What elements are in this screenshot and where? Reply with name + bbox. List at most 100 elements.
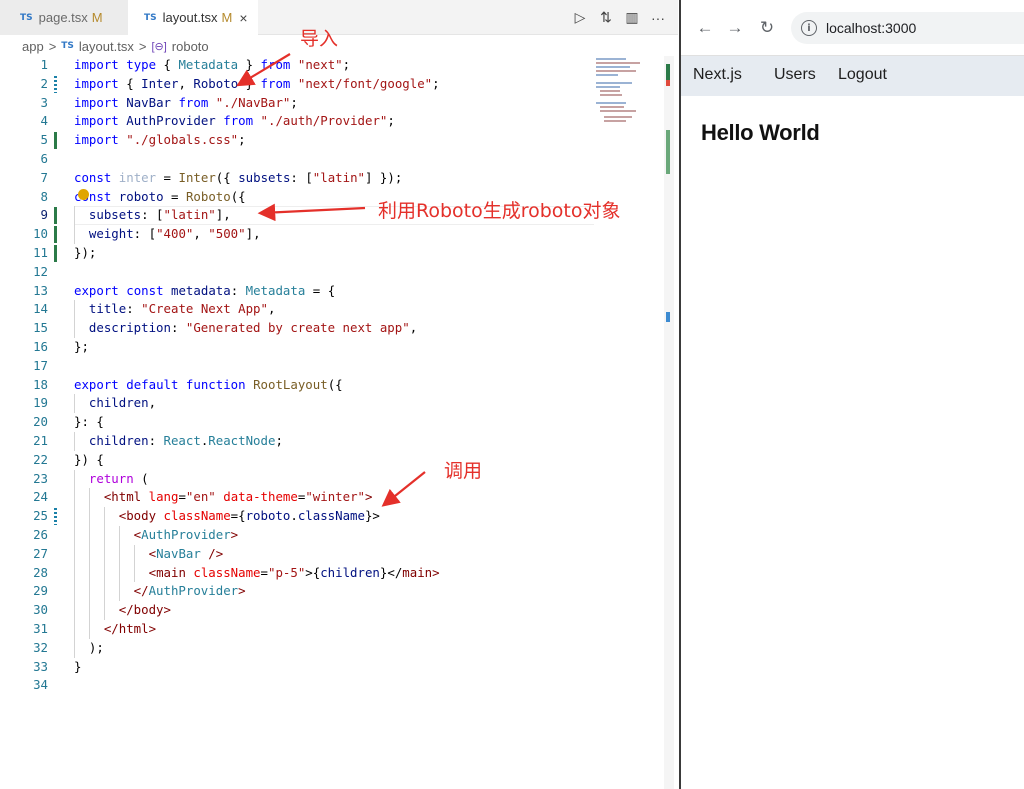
code-text: const roboto = Roboto({ (74, 188, 246, 207)
code-token: import (74, 94, 119, 110)
code-token: html (111, 489, 142, 505)
code-token: </ (118, 602, 134, 618)
code-token: Metadata (245, 282, 306, 298)
typescript-icon: TS (144, 12, 157, 23)
code-line[interactable]: 30 </body> (0, 601, 600, 620)
code-token: ], (245, 226, 261, 242)
code-token: className (193, 564, 261, 580)
line-number: 21 (33, 432, 48, 448)
code-line[interactable]: 27 <NavBar /> (0, 544, 600, 564)
reload-icon[interactable]: ↻ (755, 16, 779, 40)
nav-brand-link[interactable]: Next.js (693, 66, 742, 84)
code-area[interactable]: 1 import type { Metadata } from "next"; 2 i… (0, 56, 600, 695)
git-change-marker[interactable] (54, 508, 57, 526)
tab-page-tsx[interactable]: TS page.tsx M (0, 0, 128, 35)
code-token: < (148, 564, 157, 580)
git-change-marker[interactable] (54, 226, 57, 244)
code-token: inter (118, 169, 157, 185)
code-token: description (88, 320, 171, 336)
indent-guide (103, 601, 105, 620)
editor-scrollbar[interactable] (664, 56, 674, 789)
git-change-marker[interactable] (54, 132, 57, 150)
breadcrumb-file[interactable]: layout.tsx (79, 39, 134, 54)
code-line[interactable]: 11}); (0, 244, 600, 263)
code-token: , (178, 75, 194, 91)
code-token: > (163, 602, 171, 618)
code-token: className (297, 508, 365, 524)
forward-arrow-icon[interactable]: → (723, 16, 747, 40)
tab-layout-tsx[interactable]: TS layout.tsx M × (128, 0, 258, 35)
code-line[interactable]: 29 </AuthProvider> (0, 582, 600, 602)
code-token: children (320, 564, 380, 580)
code-line[interactable]: 2 import { Inter, Roboto } from "next/fon… (0, 75, 600, 94)
indent-guide (88, 507, 90, 526)
code-token: AuthProvider (148, 583, 239, 599)
code-token: ; (238, 132, 246, 148)
code-token: "Generated by create next app" (185, 320, 410, 336)
app-navbar: Next.js Users Logout (681, 56, 1024, 96)
code-line[interactable]: 4 import AuthProvider from "./auth/Provid… (0, 112, 600, 131)
more-actions-icon[interactable]: ··· (650, 10, 666, 26)
back-arrow-icon[interactable]: ← (693, 16, 717, 40)
code-line[interactable]: 14 title: "Create Next App", (0, 300, 600, 320)
code-line[interactable]: 18 export default function RootLayout({ (0, 376, 600, 395)
lightbulb-icon[interactable] (78, 189, 89, 200)
code-line[interactable]: 5 import "./globals.css"; (0, 131, 600, 150)
code-token: default (126, 376, 179, 392)
code-line[interactable]: 32); (0, 638, 600, 658)
code-line[interactable]: 3 import NavBar from "./NavBar"; (0, 94, 600, 113)
code-line[interactable]: 6 (0, 150, 600, 169)
site-info-icon[interactable]: i (801, 20, 817, 36)
code-line[interactable]: 28 <main className="p-5">{children}</main… (0, 563, 600, 583)
code-line[interactable]: 12 (0, 263, 600, 282)
code-line[interactable]: 23 return ( (0, 469, 600, 489)
minimap[interactable] (592, 56, 662, 126)
indent-guide (74, 544, 75, 564)
tab-label: layout.tsx (162, 10, 218, 25)
code-line[interactable]: 25 <body className={roboto.className}> (0, 507, 600, 526)
code-token: subsets (88, 207, 142, 223)
close-icon[interactable]: × (239, 10, 247, 26)
code-line[interactable]: 31 </html> (0, 619, 600, 639)
address-bar[interactable]: i localhost:3000 (791, 12, 1024, 44)
code-token: AuthProvider (126, 113, 216, 129)
code-line[interactable]: 26 <AuthProvider> (0, 525, 600, 545)
code-line[interactable]: 21 children: React.ReactNode; (0, 431, 600, 451)
git-change-marker[interactable] (54, 244, 57, 262)
code-line[interactable]: 20}: { (0, 413, 600, 432)
code-token: function (185, 376, 246, 392)
browser-window: ← → ↻ i localhost:3000 Next.js Users Log… (679, 0, 1024, 789)
code-text: ); (89, 639, 104, 658)
code-text: <AuthProvider> (134, 526, 238, 545)
code-line[interactable]: 34 (0, 676, 600, 695)
code-token: RootLayout (253, 376, 328, 392)
code-token: ; (432, 75, 440, 91)
url-text[interactable]: localhost:3000 (826, 20, 916, 36)
code-line[interactable]: 15 description: "Generated by create next… (0, 319, 600, 338)
code-line[interactable]: 10 weight: ["400", "500"], (0, 225, 600, 244)
indent-guide (74, 206, 75, 226)
compare-changes-icon[interactable]: ⇅ (598, 9, 614, 26)
code-line[interactable]: 19 children, (0, 394, 600, 414)
split-editor-icon[interactable]: ▥ (624, 9, 640, 26)
code-line[interactable]: 13 export const metadata: Metadata = { (0, 282, 600, 301)
git-change-marker[interactable] (54, 207, 57, 225)
breadcrumb-folder[interactable]: app (22, 39, 44, 54)
code-line[interactable]: 24 <html lang="en" data-theme="winter"> (0, 488, 600, 508)
nav-logout-link[interactable]: Logout (838, 66, 887, 84)
nav-users-link[interactable]: Users (774, 66, 816, 84)
run-icon[interactable]: ▷ (572, 9, 588, 26)
line-number: 7 (40, 169, 48, 185)
breadcrumb-symbol[interactable]: roboto (172, 39, 209, 54)
code-line[interactable]: 7 const inter = Inter({ subsets: ["latin"… (0, 169, 600, 188)
code-token: NavBar (156, 545, 201, 561)
code-line[interactable]: 16}; (0, 338, 600, 357)
code-line[interactable]: 22}) { (0, 451, 600, 470)
code-line[interactable]: 17 (0, 357, 600, 376)
code-token: ); (88, 639, 104, 655)
code-line[interactable]: 1 import type { Metadata } from "next"; (0, 56, 600, 75)
git-change-marker[interactable] (54, 75, 57, 93)
code-line[interactable]: 33} (0, 658, 600, 677)
typescript-icon: TS (61, 41, 74, 51)
line-number: 25 (33, 508, 48, 524)
